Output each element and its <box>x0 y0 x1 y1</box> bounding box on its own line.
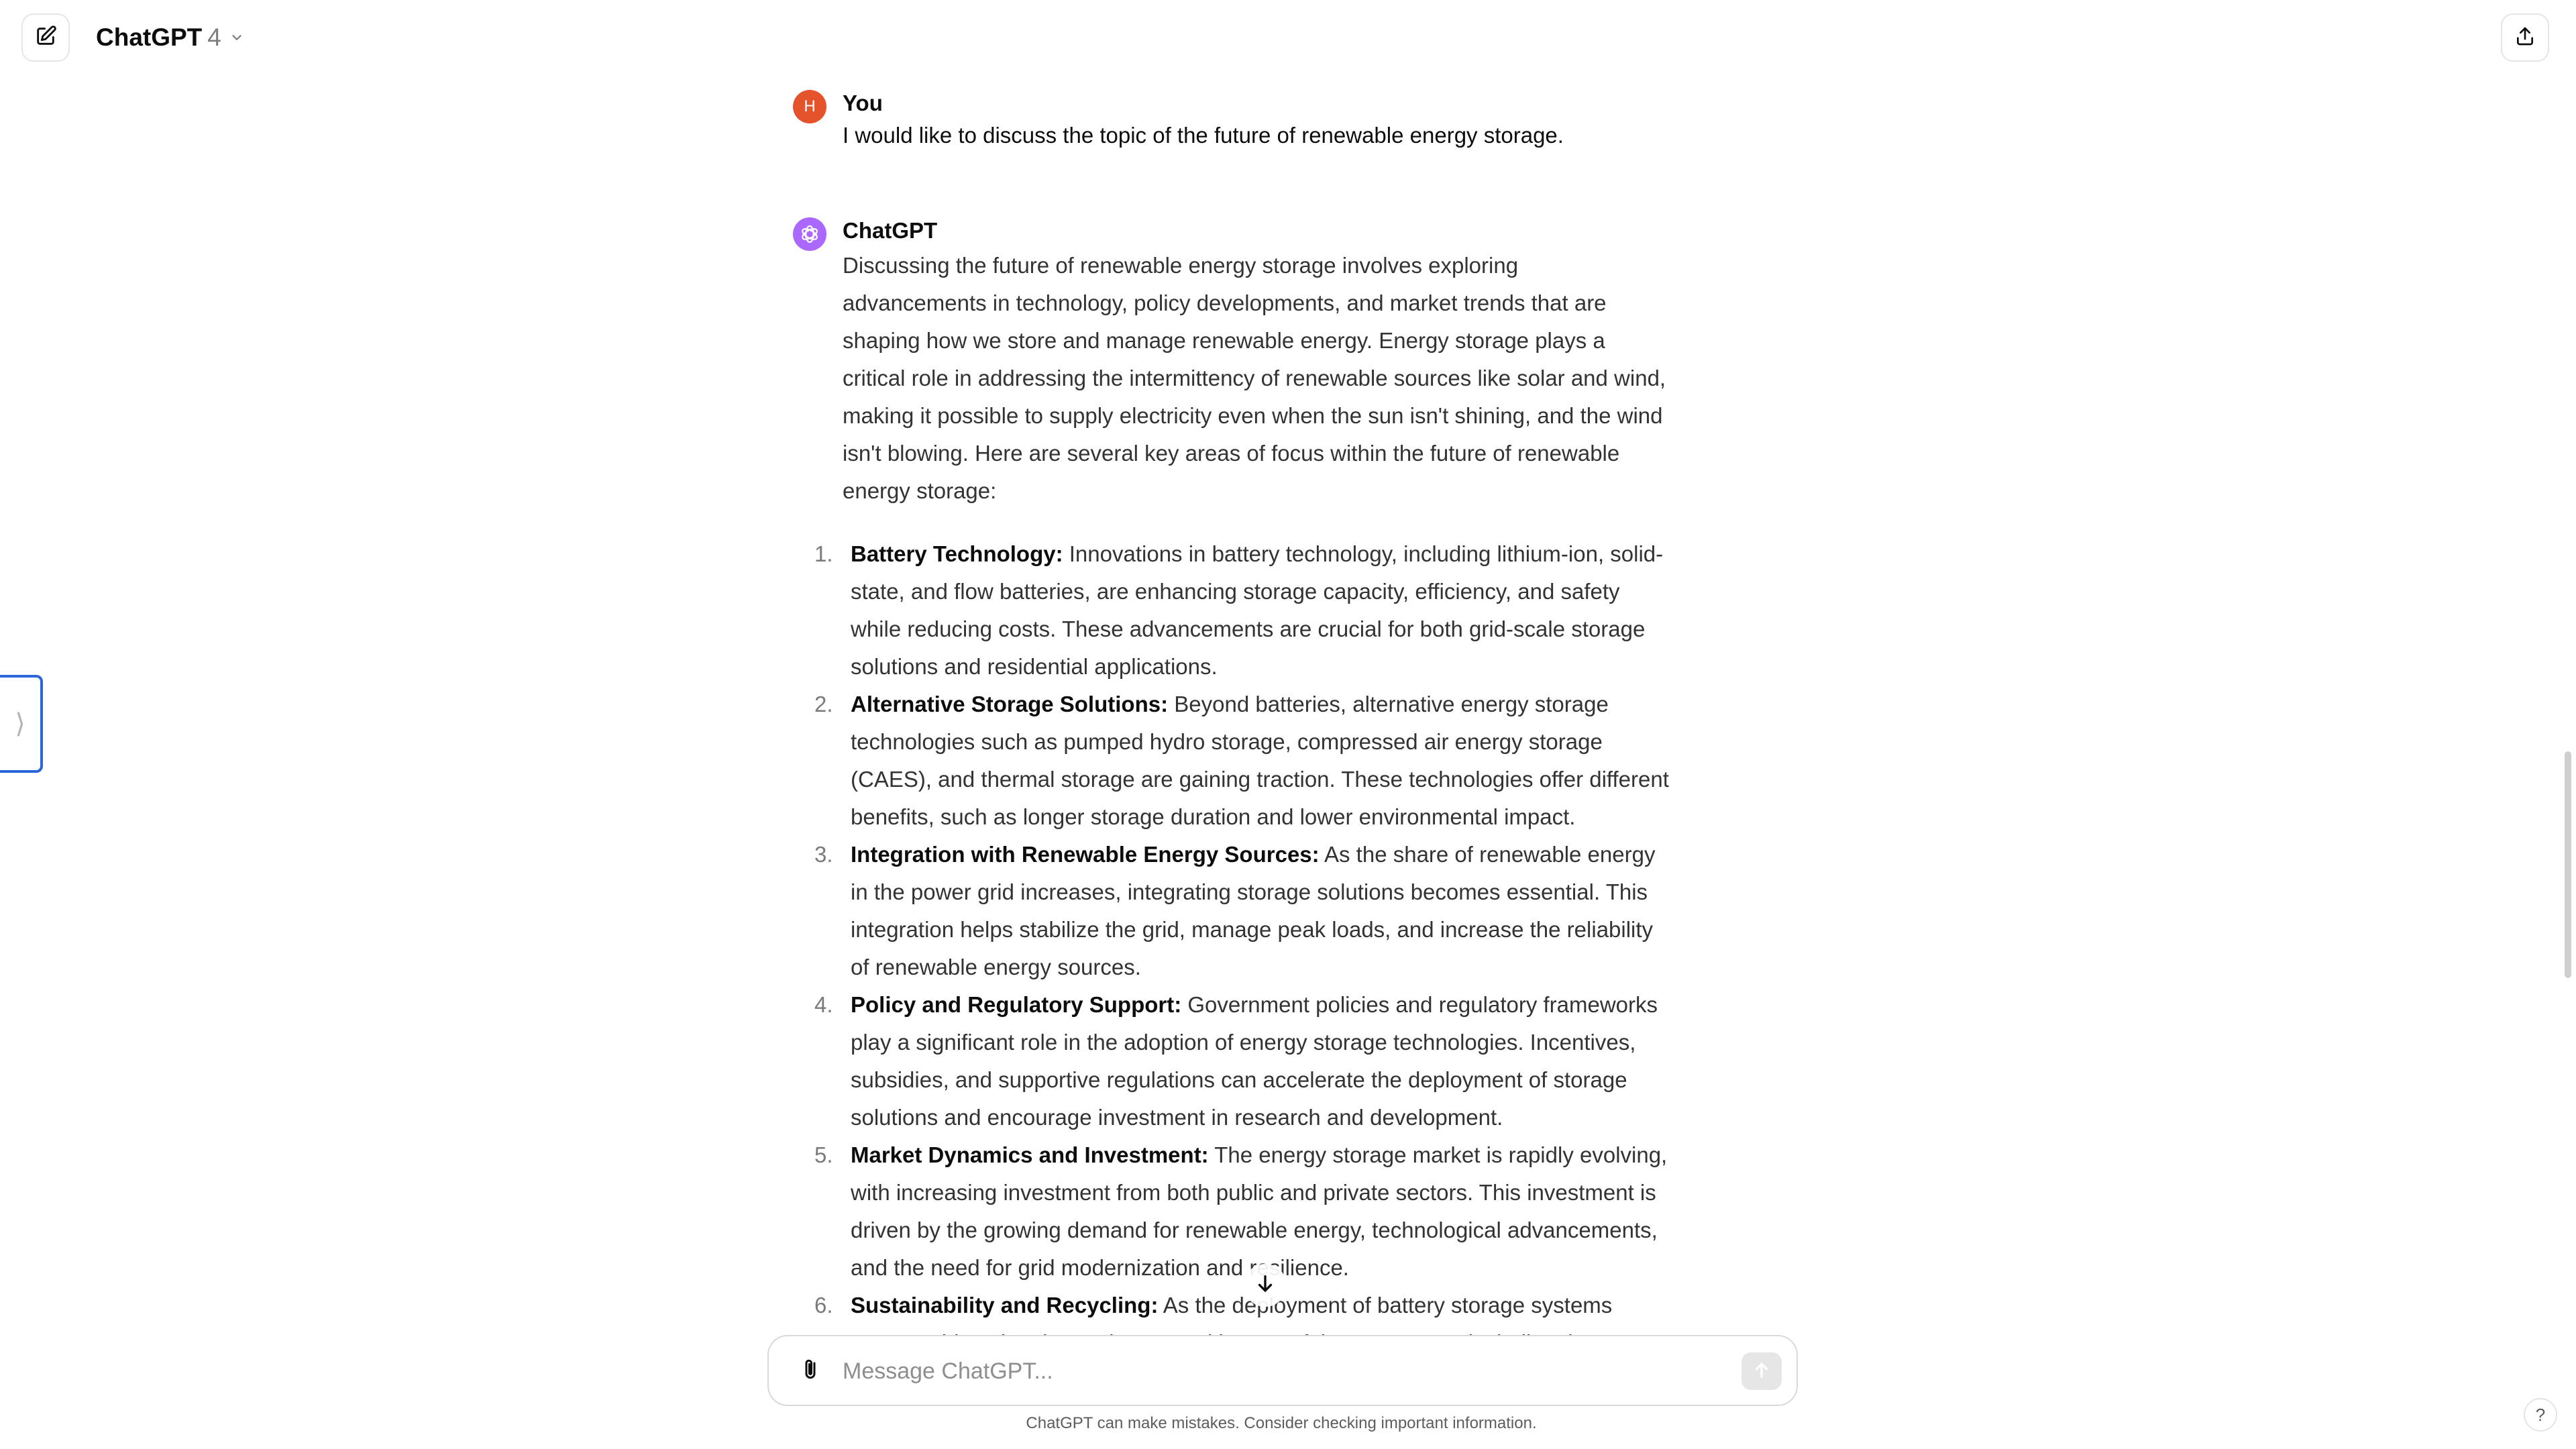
list-term: Alternative Storage Solutions: <box>851 692 1169 716</box>
model-name: ChatGPT <box>96 23 203 51</box>
list-term: Market Dynamics and Investment: <box>851 1142 1209 1167</box>
list-number: 1. <box>814 541 833 566</box>
arrow-down-icon <box>1254 1273 1277 1299</box>
list-item: 3. Integration with Renewable Energy Sour… <box>814 836 1674 986</box>
message-author: You <box>843 91 883 115</box>
help-button[interactable]: ? <box>2524 1398 2557 1432</box>
top-bar: ChatGPT 4 <box>0 0 2576 75</box>
list-term: Battery Technology: <box>851 541 1063 566</box>
list-term: Integration with Renewable Energy Source… <box>851 842 1320 867</box>
user-avatar-initial: H <box>804 97 816 115</box>
chevron-down-icon <box>229 30 244 45</box>
question-mark-icon: ? <box>2535 1404 2546 1425</box>
list-number: 6. <box>814 1293 833 1318</box>
assistant-message: ChatGPT Discussing the future of renewab… <box>793 215 1669 1399</box>
list-item: 4. Policy and Regulatory Support: Governm… <box>814 986 1674 1136</box>
model-version: 4 <box>207 23 221 51</box>
paperclip-icon <box>798 1357 822 1385</box>
attach-file-button[interactable] <box>794 1354 826 1387</box>
user-message: H You I would like to discuss the topic … <box>793 87 1665 215</box>
user-avatar: H <box>793 90 826 123</box>
list-term: Sustainability and Recycling: <box>851 1293 1159 1318</box>
send-button[interactable] <box>1741 1352 1782 1390</box>
message-author: ChatGPT <box>843 218 938 243</box>
list-number: 5. <box>814 1142 833 1167</box>
list-item: 1. Battery Technology: Innovations in bat… <box>814 535 1674 686</box>
sidebar-toggle-button[interactable]: ⟩ <box>0 675 43 773</box>
scroll-to-bottom-button[interactable] <box>1244 1264 1287 1307</box>
chevron-right-icon: ⟩ <box>15 709 25 739</box>
scrollbar-thumb[interactable] <box>2565 751 2571 978</box>
share-button[interactable] <box>2501 13 2549 62</box>
list-number: 4. <box>814 992 833 1017</box>
message-composer <box>767 1335 1798 1406</box>
message-input[interactable] <box>843 1352 1701 1390</box>
list-term: Policy and Regulatory Support: <box>851 992 1182 1017</box>
arrow-up-icon <box>1752 1360 1772 1383</box>
list-item: 2. Alternative Storage Solutions: Beyond … <box>814 686 1674 836</box>
model-selector[interactable]: ChatGPT 4 <box>96 17 244 58</box>
share-upload-icon <box>2514 25 2536 50</box>
conversation-thread: H You I would like to discuss the topic … <box>793 87 1669 1399</box>
openai-logo-icon <box>793 217 826 251</box>
list-number: 3. <box>814 842 833 867</box>
response-intro: Discussing the future of renewable energ… <box>843 253 1666 503</box>
disclaimer-text: ChatGPT can make mistakes. Consider chec… <box>1026 1414 1537 1432</box>
pencil-square-icon <box>34 25 57 51</box>
list-number: 2. <box>814 692 833 716</box>
message-text: I would like to discuss the topic of the… <box>843 123 1564 148</box>
new-chat-button[interactable] <box>21 13 70 62</box>
